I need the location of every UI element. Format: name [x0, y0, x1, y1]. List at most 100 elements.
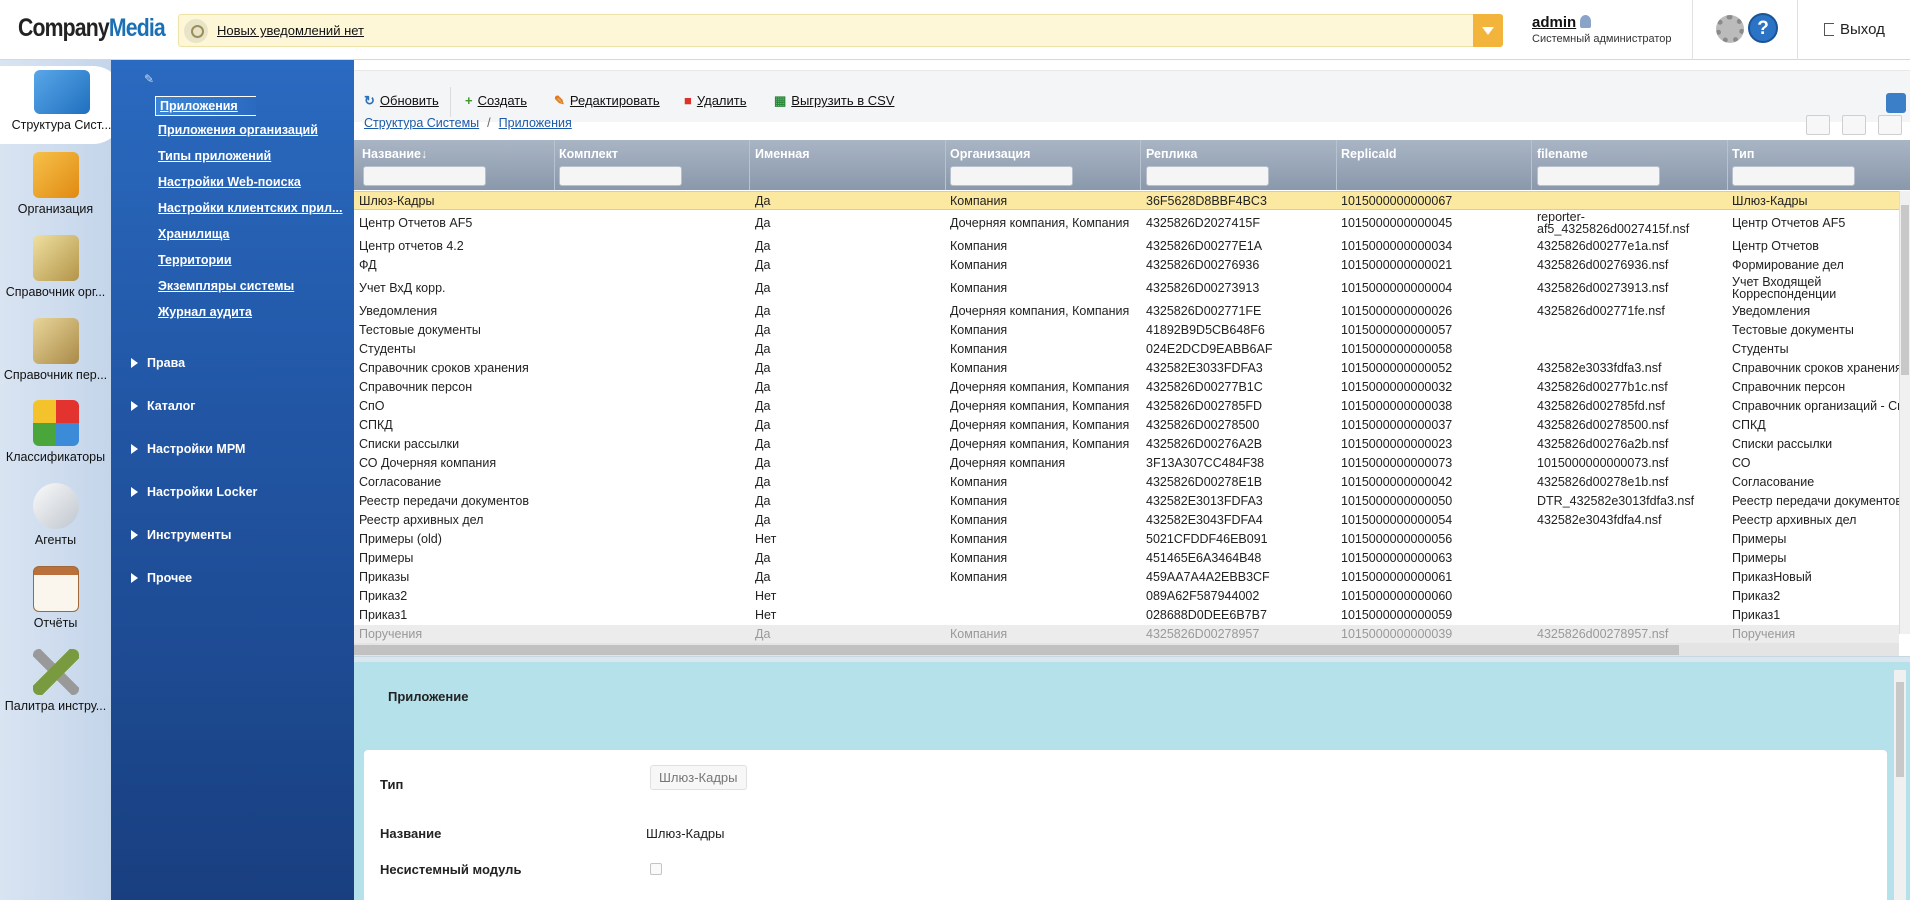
user-name-link[interactable]: admin: [1532, 14, 1576, 31]
column-header-named[interactable]: Именная: [755, 147, 810, 161]
table-row[interactable]: Тестовые документы Да Компания 41892B9D5CB6…: [354, 321, 1899, 340]
column-divider[interactable]: [1727, 140, 1728, 190]
grid-horizontal-scrollbar[interactable]: [354, 643, 1899, 657]
notification-bar[interactable]: Новых уведомлений нет: [178, 14, 1503, 47]
column-header-organization[interactable]: Организация: [950, 147, 1030, 161]
pin-icon[interactable]: ✎: [144, 72, 154, 86]
table-row[interactable]: Уведомления Да Дочерняя компания, Компания…: [354, 302, 1899, 321]
gear-icon[interactable]: [1716, 15, 1744, 43]
nonsystem-module-checkbox[interactable]: [650, 863, 662, 875]
columns-view-icon[interactable]: [1842, 115, 1866, 135]
create-button[interactable]: + Создать: [465, 93, 527, 108]
help-icon[interactable]: ?: [1748, 13, 1778, 43]
module-classifiers[interactable]: Классификаторы: [0, 400, 111, 464]
breadcrumb-root[interactable]: Структура Системы: [364, 116, 479, 130]
nav-link-territories[interactable]: Территории: [158, 253, 232, 267]
table-row[interactable]: Примеры Да Компания 451465E6A3464B48 1015000…: [354, 549, 1899, 568]
table-row[interactable]: Приказ2 Нет 089A62F587944002 10150000000000…: [354, 587, 1899, 606]
table-cell-name: Справочник персон: [359, 380, 473, 394]
table-row[interactable]: Приказы Да Компания 459AA7A4A2EBB3CF 1015000…: [354, 568, 1899, 587]
module-person-directory[interactable]: Справочник пер...: [0, 318, 111, 382]
table-row[interactable]: Центр отчетов 4.2 Да Компания 4325826D00277…: [354, 237, 1899, 256]
nav-link-org-applications[interactable]: Приложения организаций: [158, 123, 318, 137]
table-row[interactable]: Справочник сроков хранения Да Компания 4325…: [354, 359, 1899, 378]
table-row[interactable]: Согласование Да Компания 4325826D00278E1B 10…: [354, 473, 1899, 492]
nav-section-catalog[interactable]: Каталог: [131, 399, 195, 413]
column-divider[interactable]: [749, 140, 750, 190]
column-divider[interactable]: [1336, 140, 1337, 190]
filter-replica-input[interactable]: [1146, 166, 1269, 186]
scroll-thumb[interactable]: [354, 645, 1679, 655]
module-reports[interactable]: Отчёты: [0, 566, 111, 630]
scroll-thumb[interactable]: [1896, 682, 1904, 777]
module-tools[interactable]: Палитра инстру...: [0, 649, 111, 713]
nav-link-applications[interactable]: Приложения: [155, 96, 256, 116]
export-csv-button[interactable]: ▦ Выгрузить в CSV: [774, 93, 894, 109]
nav-link-audit-log[interactable]: Журнал аудита: [158, 305, 252, 319]
notification-text[interactable]: Новых уведомлений нет: [217, 23, 364, 38]
table-row[interactable]: Реестр передачи документов Да Компания 4325…: [354, 492, 1899, 511]
column-divider[interactable]: [1531, 140, 1532, 190]
table-row[interactable]: Списки рассылки Да Дочерняя компания, Комп…: [354, 435, 1899, 454]
column-header-type[interactable]: Тип: [1732, 147, 1754, 161]
breadcrumb-current[interactable]: Приложения: [499, 116, 572, 130]
nav-link-system-instances[interactable]: Экземпляры системы: [158, 279, 294, 293]
column-header-name[interactable]: Название↓: [362, 147, 427, 161]
edit-button[interactable]: ✎ Редактировать: [554, 93, 660, 109]
table-row[interactable]: Примеры (old) Нет Компания 5021CFDDF46EB091…: [354, 530, 1899, 549]
filter-kit-input[interactable]: [559, 166, 682, 186]
refresh-button[interactable]: ↻ Обновить: [364, 93, 439, 109]
nav-link-storages[interactable]: Хранилища: [158, 227, 229, 241]
column-divider[interactable]: [554, 140, 555, 190]
nav-link-application-types[interactable]: Типы приложений: [158, 149, 271, 163]
list-view-icon[interactable]: [1806, 115, 1830, 135]
table-cell-type: Справочник сроков хранения: [1732, 361, 1899, 375]
nav-section-mrm[interactable]: Настройки МРМ: [131, 442, 245, 456]
column-header-replica[interactable]: Реплика: [1146, 147, 1197, 161]
nav-section-other[interactable]: Прочее: [131, 571, 192, 585]
nav-link-client-settings[interactable]: Настройки клиентских прил...: [158, 201, 342, 215]
nav-section-tools[interactable]: Инструменты: [131, 528, 231, 542]
nav-link-web-search[interactable]: Настройки Web-поиска: [158, 175, 301, 189]
details-scrollbar[interactable]: [1894, 670, 1906, 900]
filter-organization-input[interactable]: [950, 166, 1073, 186]
table-row[interactable]: СпО Да Дочерняя компания, Компания 4325826D…: [354, 397, 1899, 416]
table-cell-named: Да: [755, 281, 771, 295]
logout-button[interactable]: Выход: [1824, 21, 1885, 38]
filter-type-input[interactable]: [1732, 166, 1855, 186]
table-row[interactable]: Приказ1 Нет 028688D0DEE6B7B7 10150000000000…: [354, 606, 1899, 625]
table-row[interactable]: Учет ВхД корр. Да Компания 4325826D00273913…: [354, 275, 1899, 302]
table-row[interactable]: Студенты Да Компания 024E2DCD9EABB6AF 101500…: [354, 340, 1899, 359]
table-row[interactable]: Шлюз-Кадры Да Компания 36F5628D8BBF4BC3 1015…: [354, 191, 1899, 210]
table-row[interactable]: Поручения Да Компания 4325826D00278957 10150…: [354, 625, 1899, 644]
filter-filename-input[interactable]: [1537, 166, 1660, 186]
module-agents[interactable]: Агенты: [0, 483, 111, 547]
filter-name-input[interactable]: [363, 166, 486, 186]
table-row[interactable]: СО Дочерняя компания Да Дочерняя компания 3…: [354, 454, 1899, 473]
company-logo[interactable]: CompanyMedia: [18, 14, 166, 43]
module-system-structure[interactable]: Структура Сист...: [0, 66, 123, 144]
column-header-replicaid[interactable]: ReplicaId: [1341, 147, 1397, 161]
column-divider[interactable]: [1140, 140, 1141, 190]
fullscreen-icon[interactable]: [1886, 93, 1906, 113]
delete-button[interactable]: ■ Удалить: [684, 93, 747, 108]
type-field[interactable]: Шлюз-Кадры: [650, 765, 747, 790]
module-organization[interactable]: Организация: [0, 152, 111, 216]
column-header-filename[interactable]: filename: [1537, 147, 1588, 161]
notification-dropdown-button[interactable]: [1473, 14, 1503, 47]
table-cell-file: 4325826d002771fe.nsf: [1537, 304, 1665, 318]
module-org-directory[interactable]: Справочник орг...: [0, 235, 111, 299]
table-row[interactable]: Центр Отчетов AF5 Да Дочерняя компания, Ко…: [354, 210, 1899, 237]
scroll-thumb[interactable]: [1901, 205, 1909, 375]
column-header-kit[interactable]: Комплект: [559, 147, 618, 161]
table-row[interactable]: Реестр архивных дел Да Компания 432582E3043…: [354, 511, 1899, 530]
table-row[interactable]: ФД Да Компания 4325826D00276936 101500000000…: [354, 256, 1899, 275]
nav-section-locker[interactable]: Настройки Locker: [131, 485, 257, 499]
table-cell-named: Да: [755, 627, 771, 641]
table-row[interactable]: Справочник персон Да Дочерняя компания, Ко…: [354, 378, 1899, 397]
column-divider[interactable]: [945, 140, 946, 190]
nav-section-rights[interactable]: Права: [131, 356, 185, 370]
table-row[interactable]: СПКД Да Дочерняя компания, Компания 4325826…: [354, 416, 1899, 435]
grid-vertical-scrollbar[interactable]: [1899, 191, 1910, 634]
grid-view-icon[interactable]: [1878, 115, 1902, 135]
